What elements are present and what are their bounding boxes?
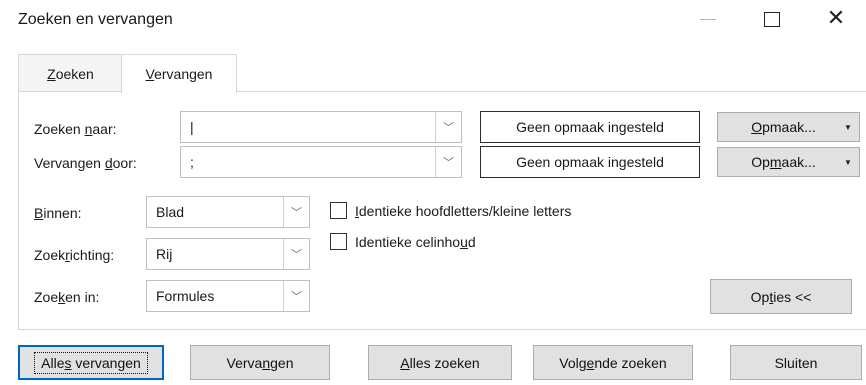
replace-button-label: Vervangen [226, 354, 294, 371]
options-button[interactable]: Opties << [710, 279, 852, 314]
find-format-button[interactable]: Opmaak... ▼ [717, 112, 860, 142]
find-all-button[interactable]: Alles zoeken [368, 345, 512, 380]
find-what-label: Zoeken naar: [34, 121, 117, 137]
close-window-button[interactable]: ✕ [816, 4, 856, 34]
minimize-icon [700, 18, 716, 20]
look-in-value: Formules [156, 288, 215, 304]
chevron-down-icon[interactable]: ﹀ [283, 281, 309, 311]
match-entire-cell-label: Identieke celinhoud [355, 233, 476, 250]
replace-format-button[interactable]: Opmaak... ▼ [717, 147, 860, 177]
tab-vervangen-label: Vervangen [145, 66, 213, 82]
replace-format-button-label: Opmaak... [751, 154, 816, 170]
within-label: Binnen: [34, 205, 82, 221]
replace-with-label: Vervangen door: [34, 155, 137, 171]
tab-zoeken-label: Zoeken [47, 65, 94, 82]
find-format-preview: Geen opmaak ingesteld [480, 111, 700, 143]
search-direction-value: Rij [156, 246, 173, 262]
chevron-down-icon[interactable]: ﹀ [435, 112, 461, 142]
close-button-label: Sluiten [774, 354, 818, 371]
caret-down-icon[interactable]: ▼ [837, 158, 859, 167]
find-what-combobox[interactable]: | ﹀ [180, 111, 462, 143]
look-in-select[interactable]: Formules ﹀ [146, 280, 310, 312]
find-format-button-label: Opmaak... [751, 119, 816, 135]
maximize-icon [764, 11, 780, 27]
tab-vervangen[interactable]: Vervangen [121, 54, 237, 93]
chevron-down-icon[interactable]: ﹀ [435, 147, 461, 177]
chevron-down-icon[interactable]: ﹀ [283, 239, 309, 269]
close-icon: ✕ [826, 6, 846, 31]
maximize-button[interactable] [752, 4, 792, 34]
match-entire-cell-checkbox[interactable]: Identieke celinhoud [330, 233, 476, 250]
tab-zoeken[interactable]: Zoeken [18, 54, 122, 92]
find-next-button-label: Volgende zoeken [559, 354, 667, 371]
window-title: Zoeken en vervangen [18, 11, 173, 28]
search-direction-select[interactable]: Rij ﹀ [146, 238, 310, 270]
within-select[interactable]: Blad ﹀ [146, 196, 310, 228]
caret-down-icon[interactable]: ▼ [837, 123, 859, 132]
within-value: Blad [156, 204, 185, 220]
minimize-button[interactable] [688, 4, 728, 34]
match-case-checkbox[interactable]: Identieke hoofdletters/kleine letters [330, 202, 571, 219]
find-what-input[interactable]: | [181, 119, 435, 135]
replace-all-button-label: Alles vervangen [34, 351, 148, 374]
replace-button[interactable]: Vervangen [190, 345, 330, 380]
match-case-label: Identieke hoofdletters/kleine letters [355, 202, 572, 219]
replace-all-button[interactable]: Alles vervangen [18, 345, 164, 380]
options-button-label: Opties << [750, 288, 812, 305]
find-next-button[interactable]: Volgende zoeken [533, 345, 693, 380]
chevron-down-icon[interactable]: ﹀ [283, 197, 309, 227]
replace-format-preview: Geen opmaak ingesteld [480, 146, 700, 178]
checkbox-box[interactable] [330, 202, 347, 219]
checkbox-box[interactable] [330, 233, 347, 250]
look-in-label: Zoeken in: [34, 289, 100, 305]
search-direction-label: Zoekrichting: [34, 247, 115, 263]
find-all-button-label: Alles zoeken [400, 354, 480, 371]
replace-with-combobox[interactable]: ; ﹀ [180, 146, 462, 178]
close-button[interactable]: Sluiten [730, 345, 862, 380]
replace-with-input[interactable]: ; [181, 154, 435, 170]
